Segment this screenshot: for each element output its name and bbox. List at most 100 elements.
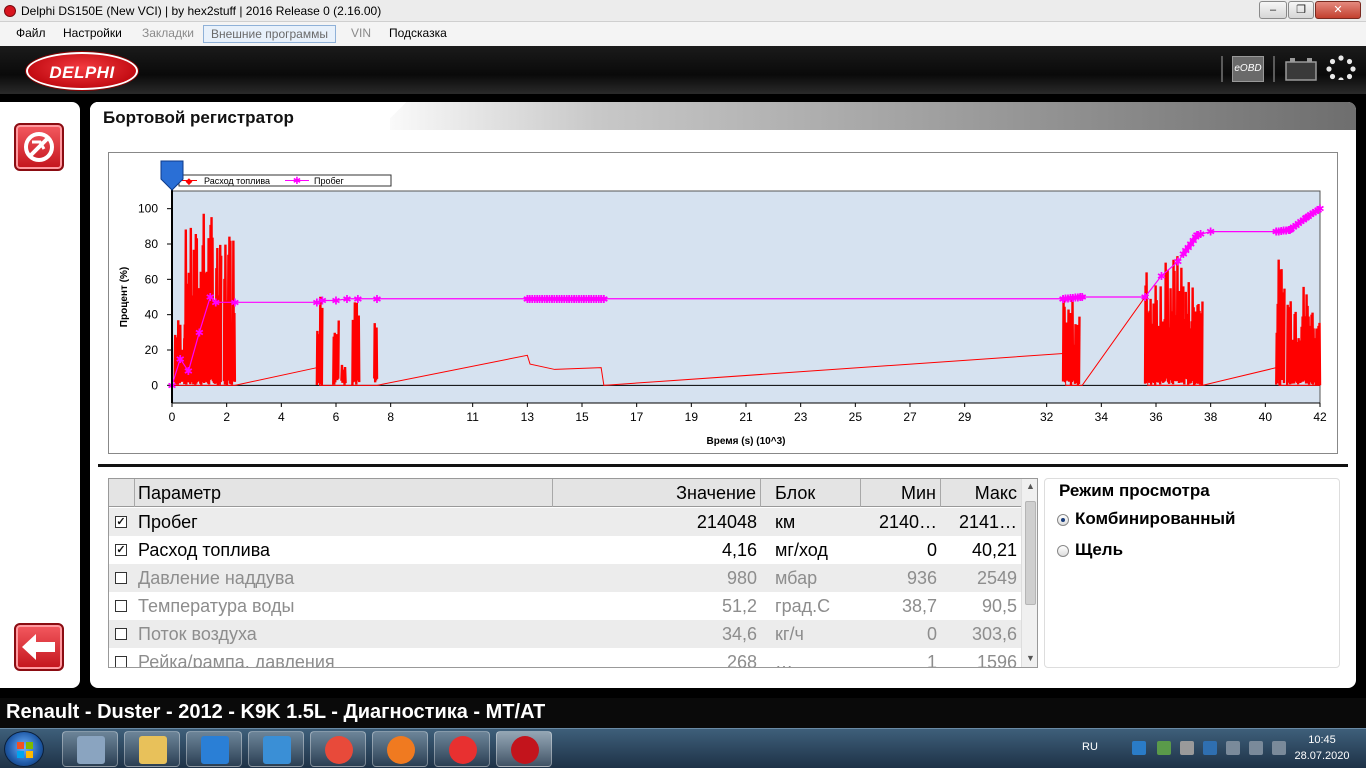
- parameter-name: Давление наддува: [138, 568, 295, 588]
- parameter-name: Температура воды: [138, 596, 295, 616]
- parameter-value: 34,6: [721, 624, 757, 644]
- parameter-table[interactable]: Параметр Значение Блок Мин Макс ✓ Пробег 2…: [108, 478, 1038, 668]
- mileage-marker: ✱: [211, 297, 220, 309]
- header-separator: [1221, 56, 1223, 82]
- y-tick-label: 20: [145, 343, 159, 357]
- tray-app-icon[interactable]: [1157, 741, 1171, 755]
- taskbar-button[interactable]: [124, 731, 180, 767]
- column-header-min[interactable]: Мин: [861, 479, 941, 507]
- taskbar-button[interactable]: [248, 731, 304, 767]
- table-row[interactable]: Поток воздуха 34,6 кг/ч 0 303,6: [109, 620, 1021, 648]
- scroll-down-arrow-icon[interactable]: ▼: [1022, 653, 1037, 663]
- panel-header: Бортовой регистратор: [90, 102, 1356, 130]
- settings-dots-icon[interactable]: [1325, 54, 1357, 80]
- mileage-marker: ✱: [184, 366, 193, 378]
- column-header-max[interactable]: Макс: [941, 479, 1021, 507]
- x-tick-label: 21: [739, 410, 753, 424]
- parameter-value: 4,16: [721, 540, 757, 560]
- taskbar-button[interactable]: [496, 731, 552, 767]
- legend-mileage-marker: ✱: [293, 176, 301, 187]
- row-checkbox[interactable]: ✓: [115, 516, 127, 528]
- eobd-icon[interactable]: eOBD: [1232, 56, 1264, 82]
- row-checkbox[interactable]: [115, 572, 127, 584]
- fuel-consumption-burst: [373, 323, 379, 383]
- minimize-button[interactable]: ‒: [1259, 1, 1287, 19]
- menu-settings[interactable]: Настройки: [56, 25, 129, 43]
- stop-recording-button[interactable]: [14, 123, 64, 171]
- row-checkbox[interactable]: ✓: [115, 544, 127, 556]
- taskbar-button[interactable]: [310, 731, 366, 767]
- recorder-chart[interactable]: 0 20 40 60 80 100 0 2 4 6 8 11 13 15 17 19 21 23 25 27 29 32 3…: [109, 153, 1337, 453]
- parameter-max: 90,5: [981, 596, 1017, 616]
- clock-time[interactable]: 10:45: [1297, 734, 1347, 746]
- language-indicator[interactable]: RU: [1082, 741, 1098, 753]
- parameter-unit: мг/ход: [775, 540, 828, 560]
- parameter-name: Расход топлива: [138, 540, 271, 560]
- clock-date[interactable]: 28.07.2020: [1291, 750, 1353, 762]
- menu-bookmarks[interactable]: Закладки: [135, 25, 201, 43]
- parameter-unit: мбар: [775, 568, 818, 588]
- network-icon[interactable]: [1226, 741, 1240, 755]
- delphi-logo: DELPHI: [26, 52, 138, 90]
- back-button[interactable]: [14, 623, 64, 671]
- x-tick-label: 42: [1313, 410, 1327, 424]
- table-row[interactable]: ✓ Пробег 214048 км 2140… 2141…: [109, 508, 1021, 536]
- table-row[interactable]: Давление наддува 980 мбар 936 2549: [109, 564, 1021, 592]
- scroll-up-arrow-icon[interactable]: ▲: [1022, 481, 1037, 491]
- volume-icon[interactable]: [1249, 741, 1263, 755]
- taskbar-button[interactable]: [434, 731, 490, 767]
- mileage-marker: ✱: [1140, 292, 1149, 304]
- view-mode-slot-label[interactable]: Щель: [1075, 540, 1123, 560]
- flag-icon[interactable]: [1180, 741, 1194, 755]
- table-row[interactable]: Температура воды 51,2 град.С 38,7 90,5: [109, 592, 1021, 620]
- internet-explorer-icon: [201, 736, 229, 764]
- mileage-marker: ✱: [353, 294, 362, 306]
- taskbar-button[interactable]: [186, 731, 242, 767]
- menu-vin[interactable]: VIN: [344, 25, 378, 43]
- yandex-browser-icon: [449, 736, 477, 764]
- taskbar-button[interactable]: [372, 731, 428, 767]
- close-button[interactable]: ✕: [1315, 1, 1361, 19]
- keyboard-app-icon: [263, 736, 291, 764]
- table-row[interactable]: ✓ Расход топлива 4,16 мг/ход 0 40,21: [109, 536, 1021, 564]
- view-mode-combined-label[interactable]: Комбинированный: [1075, 509, 1236, 529]
- skype-icon[interactable]: [1132, 741, 1146, 755]
- row-checkbox[interactable]: [115, 656, 127, 667]
- table-header: Параметр Значение Блок Мин Макс: [109, 479, 1021, 507]
- vehicle-status-bar: Renault - Duster - 2012 - K9K 1.5L - Диа…: [0, 698, 1366, 728]
- parameter-value: 51,2: [721, 596, 757, 616]
- column-header-value[interactable]: Значение: [553, 479, 761, 507]
- file-explorer-icon: [139, 736, 167, 764]
- mileage-marker: ✱: [1157, 271, 1166, 283]
- column-header-unit[interactable]: Блок: [761, 479, 861, 507]
- chart-frame[interactable]: 0 20 40 60 80 100 0 2 4 6 8 11 13 15 17 19 21 23 25 27 29 32 3…: [108, 152, 1338, 454]
- radio-slot[interactable]: [1057, 545, 1069, 557]
- parameter-min: 1: [926, 652, 937, 668]
- fuel-consumption-burst: [222, 236, 237, 386]
- x-tick-label: 13: [521, 410, 535, 424]
- start-button[interactable]: [4, 731, 44, 767]
- power-icon[interactable]: [1272, 741, 1286, 755]
- radio-combined[interactable]: [1057, 514, 1069, 526]
- menu-help[interactable]: Подсказка: [382, 25, 454, 43]
- x-tick-label: 2: [223, 410, 230, 424]
- parameter-name: Рейка/рампа, давления: [138, 652, 335, 668]
- table-scrollbar[interactable]: ▲ ▼: [1021, 479, 1037, 667]
- mileage-marker: ✱: [372, 294, 381, 306]
- menu-bar: Файл Настройки Закладки Внешние программ…: [0, 22, 1366, 46]
- scrollbar-thumb[interactable]: [1025, 501, 1036, 605]
- row-checkbox[interactable]: [115, 628, 127, 640]
- parameter-min: 0: [926, 540, 937, 560]
- menu-file[interactable]: Файл: [9, 25, 53, 43]
- keyboard-layout-icon[interactable]: [1203, 741, 1217, 755]
- maximize-button[interactable]: ❐: [1288, 1, 1314, 19]
- menu-external-programs[interactable]: Внешние программы: [203, 25, 336, 43]
- table-row[interactable]: Рейка/рампа, давления 268 … 1 1596: [109, 648, 1021, 668]
- taskbar-button[interactable]: [62, 731, 118, 767]
- column-header-parameter[interactable]: Параметр: [135, 479, 553, 507]
- vehicle-info: Renault - Duster - 2012 - K9K 1.5L - Диа…: [6, 701, 546, 723]
- battery-icon[interactable]: [1284, 56, 1318, 82]
- row-checkbox[interactable]: [115, 600, 127, 612]
- x-tick-label: 38: [1204, 410, 1218, 424]
- x-tick-label: 15: [575, 410, 589, 424]
